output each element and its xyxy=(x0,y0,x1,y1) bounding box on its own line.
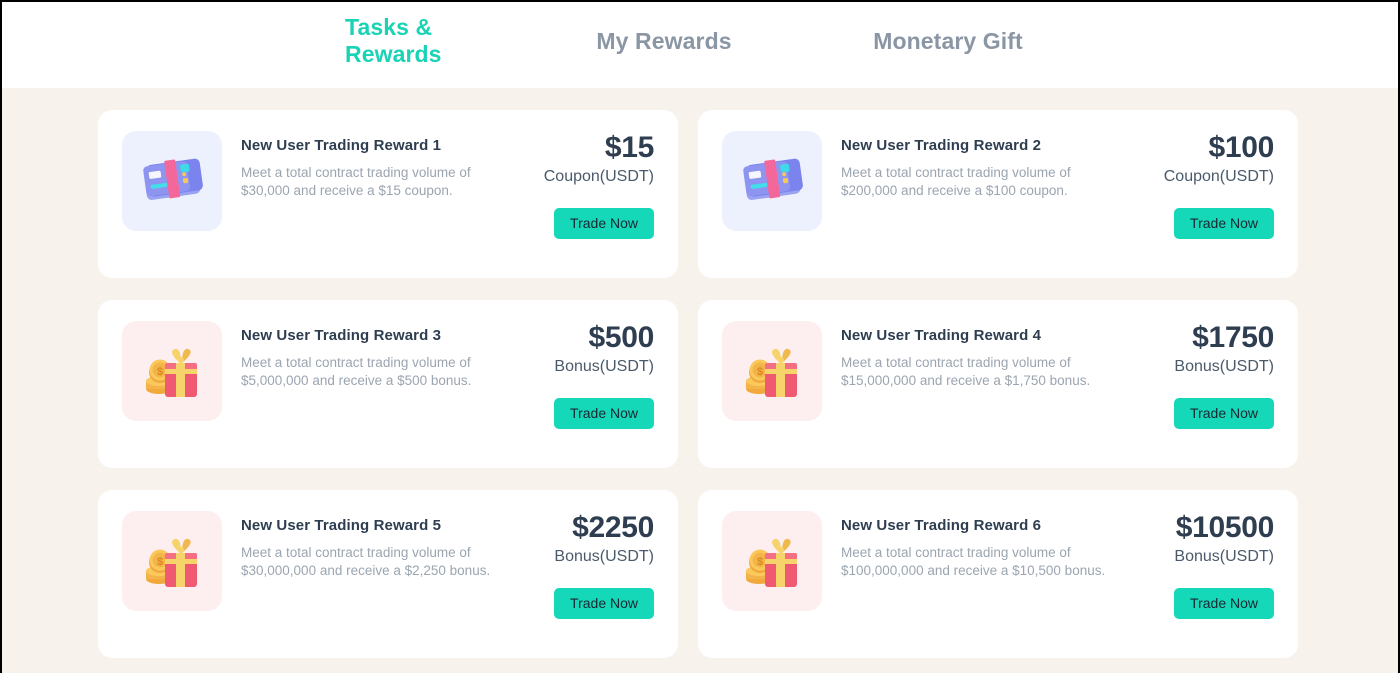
reward-description: Meet a total contract trading volume of … xyxy=(241,545,491,578)
trade-now-button[interactable]: Trade Now xyxy=(554,398,654,429)
reward-amount-label: Bonus(USDT) xyxy=(554,548,654,565)
reward-amount-label: Bonus(USDT) xyxy=(554,358,654,375)
tab-label: My Rewards xyxy=(596,27,732,54)
trade-now-button[interactable]: Trade Now xyxy=(1174,208,1274,239)
reward-description: Meet a total contract trading volume of … xyxy=(841,165,1071,198)
reward-amount: $500 xyxy=(588,321,654,354)
trade-now-button[interactable]: Trade Now xyxy=(1174,398,1274,429)
reward-amount: $10500 xyxy=(1175,511,1275,544)
tab-list: Tasks & Rewards My Rewards Monetary Gift xyxy=(345,2,1098,88)
reward-card[interactable]: $ New User Trading Reward 3 Meet a total… xyxy=(98,300,678,468)
reward-card[interactable]: $ New User Trading Reward 5 Meet a total… xyxy=(98,490,678,658)
svg-text:$: $ xyxy=(157,366,163,378)
reward-reward-info: $2250 Bonus(USDT) Trade Now xyxy=(554,512,654,619)
tab-label: Tasks & Rewards xyxy=(345,14,442,67)
trade-now-button[interactable]: Trade Now xyxy=(1174,588,1274,619)
gift-icon: $ xyxy=(722,511,822,611)
tab-bar: Tasks & Rewards My Rewards Monetary Gift xyxy=(2,2,1398,88)
reward-description: Meet a total contract trading volume of … xyxy=(841,355,1091,388)
reward-description: Meet a total contract trading volume of … xyxy=(241,355,472,388)
reward-description: Meet a total contract trading volume of … xyxy=(841,545,1106,578)
coupon-icon xyxy=(722,131,822,231)
reward-amount: $15 xyxy=(604,131,654,164)
trade-now-button[interactable]: Trade Now xyxy=(554,588,654,619)
svg-text:$: $ xyxy=(157,556,163,568)
reward-reward-info: $1750 Bonus(USDT) Trade Now xyxy=(1174,322,1274,429)
rewards-content: New User Trading Reward 1 Meet a total c… xyxy=(2,88,1398,673)
svg-text:$: $ xyxy=(757,366,763,378)
tab-monetary-gift[interactable]: Monetary Gift xyxy=(798,2,1098,88)
reward-amount: $2250 xyxy=(572,511,654,544)
coupon-icon xyxy=(122,131,222,231)
svg-text:$: $ xyxy=(757,556,763,568)
reward-reward-info: $10500 Bonus(USDT) Trade Now xyxy=(1174,512,1274,619)
reward-reward-info: $15 Coupon(USDT) Trade Now xyxy=(544,132,654,239)
gift-icon: $ xyxy=(122,511,222,611)
reward-card[interactable]: New User Trading Reward 2 Meet a total c… xyxy=(698,110,1298,278)
reward-card[interactable]: New User Trading Reward 1 Meet a total c… xyxy=(98,110,678,278)
tab-my-rewards[interactable]: My Rewards xyxy=(530,2,798,88)
tab-label: Monetary Gift xyxy=(873,27,1023,54)
reward-reward-info: $500 Bonus(USDT) Trade Now xyxy=(554,322,654,429)
reward-amount-label: Bonus(USDT) xyxy=(1174,548,1274,565)
reward-amount-label: Coupon(USDT) xyxy=(543,168,654,185)
trade-now-button[interactable]: Trade Now xyxy=(554,208,654,239)
reward-card[interactable]: $ New User Trading Reward 4 Meet a total… xyxy=(698,300,1298,468)
reward-description: Meet a total contract trading volume of … xyxy=(241,165,471,198)
reward-reward-info: $100 Coupon(USDT) Trade Now xyxy=(1164,132,1274,239)
reward-amount: $1750 xyxy=(1192,321,1274,354)
tab-tasks-and-rewards[interactable]: Tasks & Rewards xyxy=(345,2,530,88)
reward-amount-label: Coupon(USDT) xyxy=(1163,168,1274,185)
reward-card[interactable]: $ New User Trading Reward 6 Meet a total… xyxy=(698,490,1298,658)
gift-icon: $ xyxy=(722,321,822,421)
rewards-grid: New User Trading Reward 1 Meet a total c… xyxy=(98,110,1398,658)
reward-amount-label: Bonus(USDT) xyxy=(1174,358,1274,375)
gift-icon: $ xyxy=(122,321,222,421)
reward-amount: $100 xyxy=(1208,131,1274,164)
